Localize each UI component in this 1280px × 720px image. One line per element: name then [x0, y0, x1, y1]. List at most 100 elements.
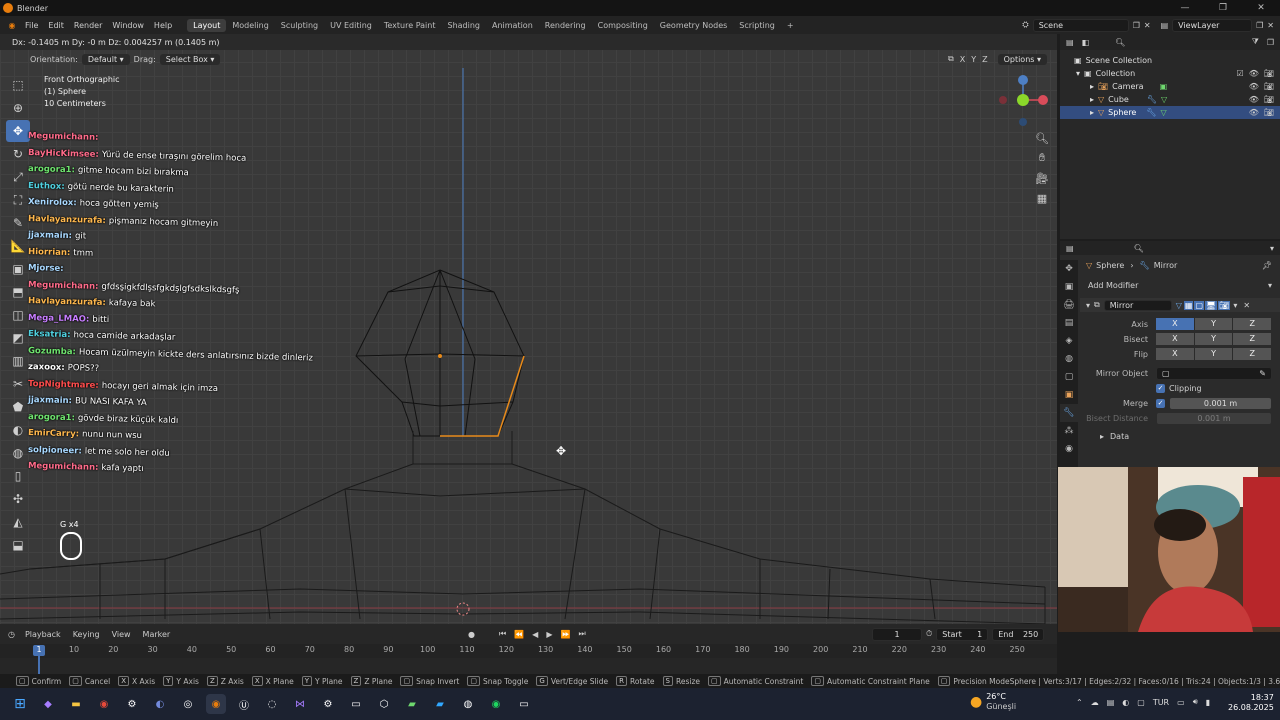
- timeline-body[interactable]: [0, 658, 1057, 674]
- tab-texture-paint[interactable]: Texture Paint: [378, 19, 442, 32]
- pan-hand-icon[interactable]: ✋︎: [1034, 148, 1050, 168]
- menu-edit[interactable]: Edit: [43, 21, 69, 30]
- extrude-tool-icon[interactable]: ⬒: [6, 281, 30, 303]
- tool-tab-icon[interactable]: ✥: [1060, 260, 1078, 278]
- unity-icon[interactable]: ⬡: [374, 694, 394, 714]
- tray-app-icon[interactable]: ◐: [1122, 698, 1129, 707]
- flip-y-button[interactable]: Y: [1194, 348, 1233, 360]
- menu-view[interactable]: View: [106, 630, 137, 639]
- transform-tool-icon[interactable]: ⛶: [6, 189, 30, 211]
- render-tab-icon[interactable]: ▣: [1060, 278, 1078, 296]
- playhead-frame-label[interactable]: 1: [33, 645, 45, 656]
- new-scene-icon[interactable]: ❐: [1133, 21, 1140, 30]
- menu-playback[interactable]: Playback: [19, 630, 67, 639]
- collection-tab-icon[interactable]: ▢: [1060, 368, 1078, 386]
- modifier-tab-icon[interactable]: 🔧︎: [1060, 404, 1078, 422]
- bisect-distance-field[interactable]: 0.001 m: [1156, 411, 1272, 425]
- eye-icon[interactable]: 👁︎: [1249, 108, 1259, 117]
- notepad-icon[interactable]: ▭: [346, 694, 366, 714]
- cloud-icon[interactable]: ☁: [1091, 698, 1099, 707]
- navigation-gizmo[interactable]: [995, 72, 1055, 132]
- scene-selector[interactable]: Scene: [1032, 18, 1129, 32]
- outliner-editor-icon[interactable]: ▤: [1066, 38, 1074, 47]
- filter-icon[interactable]: ⧩: [1252, 37, 1259, 47]
- on-cage-icon[interactable]: ▦: [1183, 300, 1194, 310]
- pycharm-icon[interactable]: ▰: [402, 694, 422, 714]
- edge-slide-tool-icon[interactable]: ▯: [6, 465, 30, 487]
- rip-tool-icon[interactable]: ⬓: [6, 534, 30, 556]
- new-view-layer-icon[interactable]: ❐: [1256, 21, 1263, 30]
- tab-animation[interactable]: Animation: [486, 19, 539, 32]
- camera-icon[interactable]: 📷︎: [1264, 69, 1274, 78]
- editmode-icon[interactable]: ▢: [1194, 300, 1205, 310]
- expand-arrow-icon[interactable]: ▸: [1090, 82, 1094, 91]
- orientation-dropdown[interactable]: Default ▾: [81, 53, 130, 65]
- axis-y-button[interactable]: Y: [1194, 318, 1233, 330]
- close-icon[interactable]: ✕: [1242, 3, 1280, 13]
- delete-scene-icon[interactable]: ✕: [1144, 21, 1151, 30]
- minimize-icon[interactable]: —: [1166, 3, 1204, 13]
- bevel-tool-icon[interactable]: ◩: [6, 327, 30, 349]
- cursor-tool-icon[interactable]: ⊕: [6, 97, 30, 119]
- obs-icon[interactable]: ◎: [178, 694, 198, 714]
- bisect-z-button[interactable]: Z: [1233, 333, 1272, 345]
- options-dropdown[interactable]: Options ▾: [997, 53, 1047, 65]
- camera-icon[interactable]: 📷︎: [1264, 95, 1274, 104]
- select-box-tool-icon[interactable]: ⬚: [6, 74, 30, 96]
- annotate-tool-icon[interactable]: ✎: [6, 212, 30, 234]
- outliner-scene-collection[interactable]: ▣ Scene Collection: [1060, 54, 1280, 67]
- terminal-icon[interactable]: ▭: [514, 694, 534, 714]
- spin-tool-icon[interactable]: ◐: [6, 419, 30, 441]
- menu-marker[interactable]: Marker: [137, 630, 177, 639]
- modifier-name-field[interactable]: Mirror: [1103, 299, 1172, 311]
- start-frame-field[interactable]: Start 1: [936, 627, 989, 641]
- flip-z-button[interactable]: Z: [1233, 348, 1272, 360]
- merge-checkbox[interactable]: ✓: [1156, 398, 1165, 408]
- volume-icon[interactable]: 🔊︎: [1193, 697, 1198, 707]
- record-icon[interactable]: ●: [468, 630, 475, 639]
- collapse-arrow-icon[interactable]: ▾: [1086, 301, 1090, 310]
- outliner-item-camera[interactable]: ▸ 📷︎ Camera ▣ 👁︎ 📷︎: [1060, 80, 1280, 93]
- expand-arrow-icon[interactable]: ▸: [1090, 95, 1094, 104]
- camera-icon[interactable]: 📷︎: [1264, 82, 1274, 91]
- search-icon[interactable]: 🔍︎: [1134, 244, 1144, 253]
- camera-icon[interactable]: 📷︎: [1264, 108, 1274, 117]
- clipping-row[interactable]: ✓ Clipping: [1080, 381, 1280, 395]
- mirror-modifier-header[interactable]: ▾ ⧉ Mirror ▽ ▦ ▢ 🖥︎ 📷︎ ▾ ✕: [1080, 298, 1280, 312]
- data-subpanel[interactable]: ▸ Data: [1080, 429, 1280, 443]
- axis-y-toggle[interactable]: Y: [971, 55, 976, 64]
- menu-window[interactable]: Window: [107, 21, 149, 30]
- clipping-checkbox[interactable]: ✓: [1156, 383, 1165, 393]
- menu-render[interactable]: Render: [69, 21, 107, 30]
- flip-x-button[interactable]: X: [1156, 348, 1194, 360]
- object-tab-icon[interactable]: ▣: [1060, 386, 1078, 404]
- windows-start-icon[interactable]: ⊞: [10, 694, 30, 714]
- ortho-grid-icon[interactable]: ▦: [1034, 188, 1050, 208]
- tab-rendering[interactable]: Rendering: [539, 19, 592, 32]
- next-key-icon[interactable]: ⏩: [560, 630, 570, 639]
- maximize-icon[interactable]: ❐: [1204, 3, 1242, 13]
- view-layer-selector[interactable]: ViewLayer: [1172, 18, 1253, 32]
- zoom-icon[interactable]: 🔍︎: [1034, 128, 1050, 148]
- outliner-collection[interactable]: ▾ ▣ Collection ☑ 👁︎ 📷︎: [1060, 67, 1280, 80]
- checkbox-icon[interactable]: ☑: [1237, 69, 1244, 78]
- discord-icon[interactable]: ◐: [150, 694, 170, 714]
- properties-editor-icon[interactable]: ▤: [1066, 244, 1074, 253]
- smooth-tool-icon[interactable]: ◍: [6, 442, 30, 464]
- menu-help[interactable]: Help: [149, 21, 177, 30]
- scale-tool-icon[interactable]: ⤢: [6, 166, 30, 188]
- view-layer-tab-icon[interactable]: ▤: [1060, 314, 1078, 332]
- output-tab-icon[interactable]: 🖨︎: [1060, 296, 1078, 314]
- outliner-item-sphere[interactable]: ▸ ▽ Sphere 🔧︎ ▽ 👁︎ 📷︎: [1060, 106, 1280, 119]
- tab-modeling[interactable]: Modeling: [226, 19, 274, 32]
- eye-icon[interactable]: 👁︎: [1249, 95, 1259, 104]
- tray-app-icon[interactable]: ▢: [1137, 698, 1145, 707]
- chevron-up-icon[interactable]: ⌃: [1076, 698, 1083, 707]
- mirror-icon[interactable]: ⧉: [948, 54, 954, 64]
- physics-tab-icon[interactable]: ◉: [1060, 440, 1078, 458]
- drag-dropdown[interactable]: Select Box ▾: [159, 53, 221, 65]
- axis-z-button[interactable]: Z: [1233, 318, 1272, 330]
- poly-build-tool-icon[interactable]: ⬟: [6, 396, 30, 418]
- end-frame-field[interactable]: End 250: [992, 627, 1045, 641]
- tab-geometry-nodes[interactable]: Geometry Nodes: [654, 19, 733, 32]
